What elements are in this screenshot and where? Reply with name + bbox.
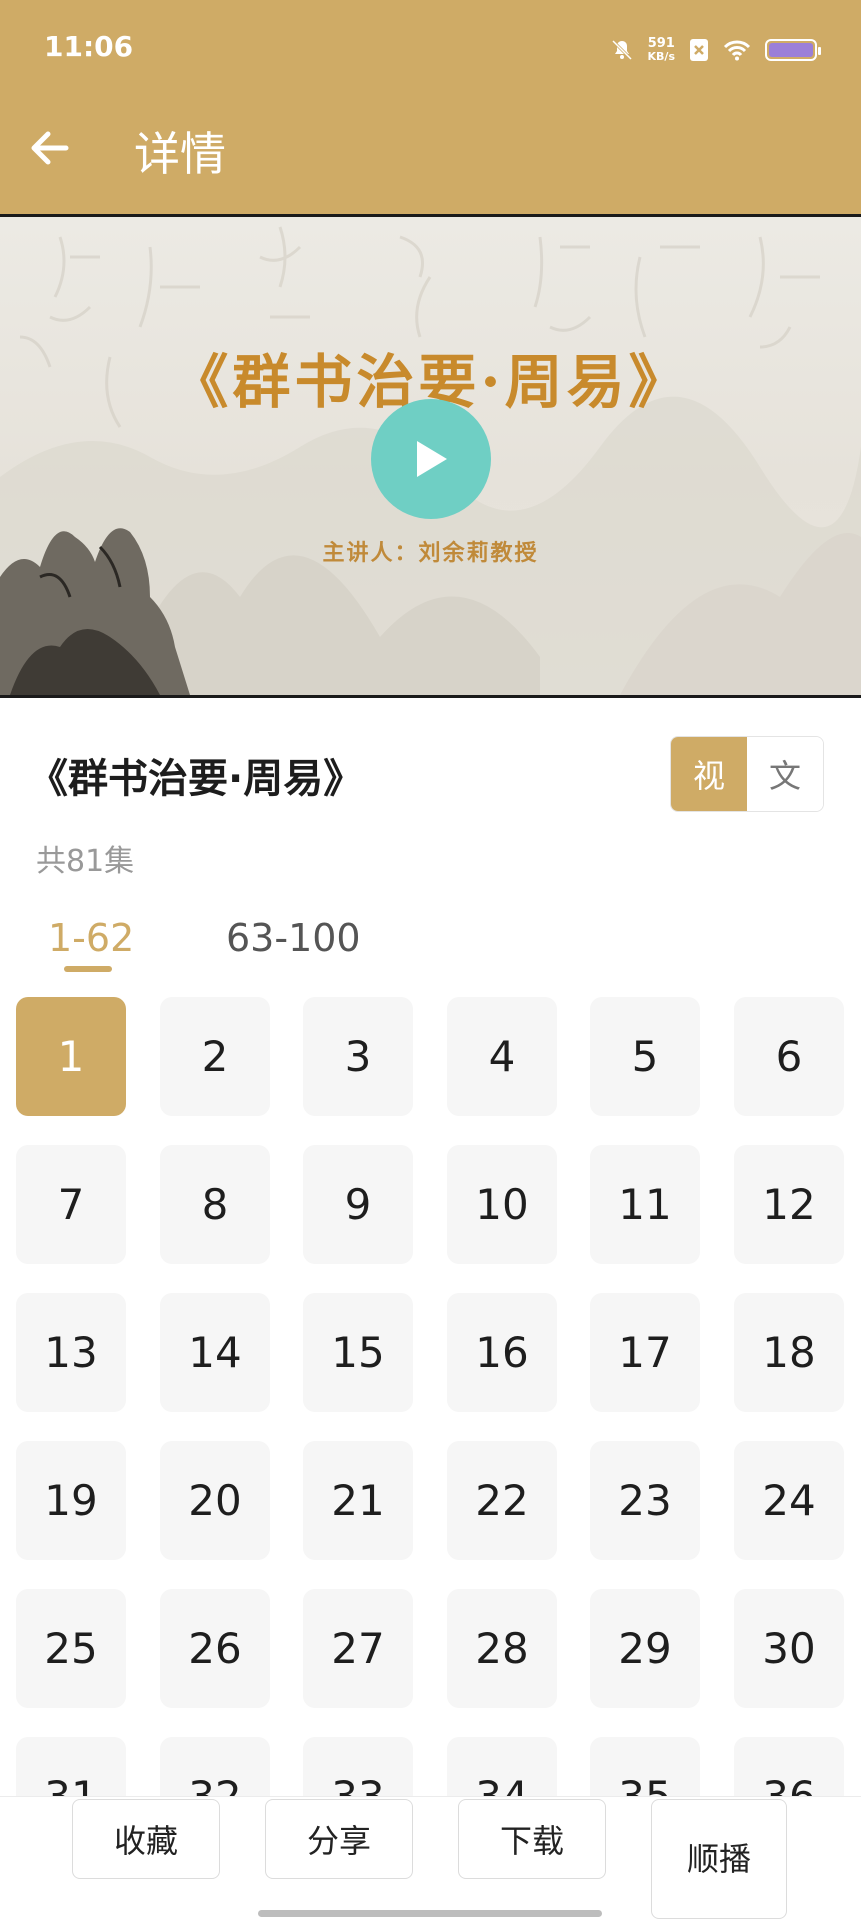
sequential-play-button[interactable]: 顺播: [651, 1799, 787, 1919]
download-button[interactable]: 下载: [458, 1799, 606, 1879]
episode-button[interactable]: 19: [16, 1441, 126, 1560]
episode-button[interactable]: 9: [303, 1145, 413, 1264]
home-indicator: [258, 1910, 602, 1917]
range-tab-indicator: [64, 966, 112, 972]
arrow-left-icon: [31, 131, 69, 165]
mute-bell-icon: [611, 39, 632, 61]
network-speed-value: 591: [647, 36, 675, 51]
episode-button[interactable]: 8: [160, 1145, 270, 1264]
episode-button[interactable]: 13: [16, 1293, 126, 1412]
back-button[interactable]: [26, 124, 74, 172]
episode-button[interactable]: 4: [447, 997, 557, 1116]
episode-button[interactable]: 11: [590, 1145, 700, 1264]
episode-button[interactable]: 30: [734, 1589, 844, 1708]
episode-button[interactable]: 24: [734, 1441, 844, 1560]
range-tab-63-100[interactable]: 63-100: [226, 916, 361, 960]
video-player[interactable]: 《群书治要·周易》 主讲人：刘余莉教授: [0, 214, 861, 698]
episode-button[interactable]: 16: [447, 1293, 557, 1412]
status-time: 11:06: [44, 30, 134, 63]
episode-button[interactable]: 10: [447, 1145, 557, 1264]
favorite-button[interactable]: 收藏: [72, 1799, 220, 1879]
episode-button[interactable]: 25: [16, 1589, 126, 1708]
play-icon: [417, 441, 447, 477]
wifi-icon: [723, 40, 751, 61]
mode-toggle: 视 文: [670, 736, 824, 812]
episode-button[interactable]: 28: [447, 1589, 557, 1708]
episode-button[interactable]: 17: [590, 1293, 700, 1412]
video-lecturer: 主讲人：刘余莉教授: [322, 540, 539, 566]
battery-icon: [765, 39, 821, 61]
episode-button[interactable]: 23: [590, 1441, 700, 1560]
status-icons: 591 KB/s: [610, 32, 821, 68]
episode-button[interactable]: 21: [303, 1441, 413, 1560]
text-mode-button[interactable]: 文: [747, 737, 823, 811]
episode-button[interactable]: 1: [16, 997, 126, 1116]
episode-button[interactable]: 35: [590, 1737, 700, 1797]
episode-grid: 1 2 3 4 5 6 7 8 9 10 11 12 13 14 15 16 17 18 19 20 21 22 23 24 2…: [16, 997, 844, 1797]
episode-button[interactable]: 36: [734, 1737, 844, 1797]
play-button[interactable]: [371, 399, 491, 519]
episode-button[interactable]: 6: [734, 997, 844, 1116]
sim-off-icon: [690, 39, 708, 61]
episode-button[interactable]: 5: [590, 997, 700, 1116]
bottom-action-bar: 收藏 分享 下载 顺播: [0, 1796, 861, 1921]
episode-button[interactable]: 27: [303, 1589, 413, 1708]
episode-button[interactable]: 31: [16, 1737, 126, 1797]
episode-button[interactable]: 20: [160, 1441, 270, 1560]
network-speed-unit: KB/s: [647, 50, 675, 63]
episode-button[interactable]: 33: [303, 1737, 413, 1797]
network-speed: 591 KB/s: [648, 37, 675, 63]
episode-button[interactable]: 2: [160, 997, 270, 1116]
episode-button[interactable]: 32: [160, 1737, 270, 1797]
course-title: 《群书治要·周易》: [28, 756, 364, 802]
episode-button[interactable]: 26: [160, 1589, 270, 1708]
episode-button[interactable]: 34: [447, 1737, 557, 1797]
episode-button[interactable]: 7: [16, 1145, 126, 1264]
page-title: 详情: [134, 127, 226, 181]
episode-count: 共81集: [36, 844, 135, 879]
share-button[interactable]: 分享: [265, 1799, 413, 1879]
episode-button[interactable]: 15: [303, 1293, 413, 1412]
app-header: 11:06 591 KB/s 详情: [0, 0, 861, 214]
episode-button[interactable]: 22: [447, 1441, 557, 1560]
range-tab-1-62[interactable]: 1-62: [48, 916, 134, 960]
episode-button[interactable]: 18: [734, 1293, 844, 1412]
episode-button[interactable]: 12: [734, 1145, 844, 1264]
video-mode-button[interactable]: 视: [671, 737, 747, 811]
episode-button[interactable]: 14: [160, 1293, 270, 1412]
episode-button[interactable]: 29: [590, 1589, 700, 1708]
episode-button[interactable]: 3: [303, 997, 413, 1116]
